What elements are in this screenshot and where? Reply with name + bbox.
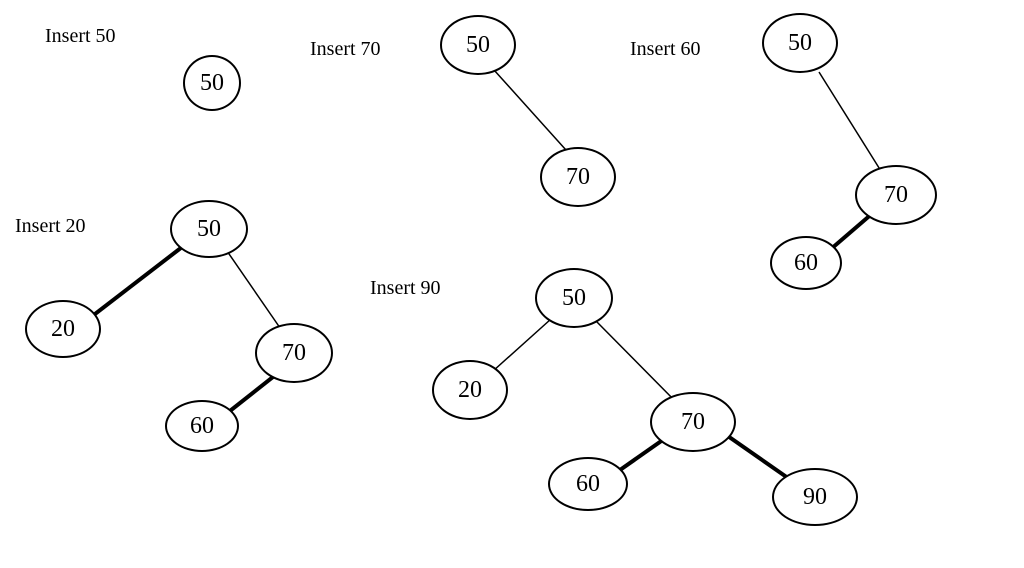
node-t4-70: 70 (255, 323, 333, 383)
node-t5-20: 20 (432, 360, 508, 420)
node-t2-50: 50 (440, 15, 516, 75)
node-t3-50: 50 (762, 13, 838, 73)
node-t2-70: 70 (540, 147, 616, 207)
node-t4-60: 60 (165, 400, 239, 452)
tree-edges (0, 0, 1024, 568)
node-t3-70: 70 (855, 165, 937, 225)
node-t3-60: 60 (770, 236, 842, 290)
node-t1-50: 50 (183, 55, 241, 111)
node-t4-50: 50 (170, 200, 248, 258)
node-t5-60: 60 (548, 457, 628, 511)
node-t4-20: 20 (25, 300, 101, 358)
node-t5-90: 90 (772, 468, 858, 526)
node-t5-50: 50 (535, 268, 613, 328)
node-t5-70: 70 (650, 392, 736, 452)
